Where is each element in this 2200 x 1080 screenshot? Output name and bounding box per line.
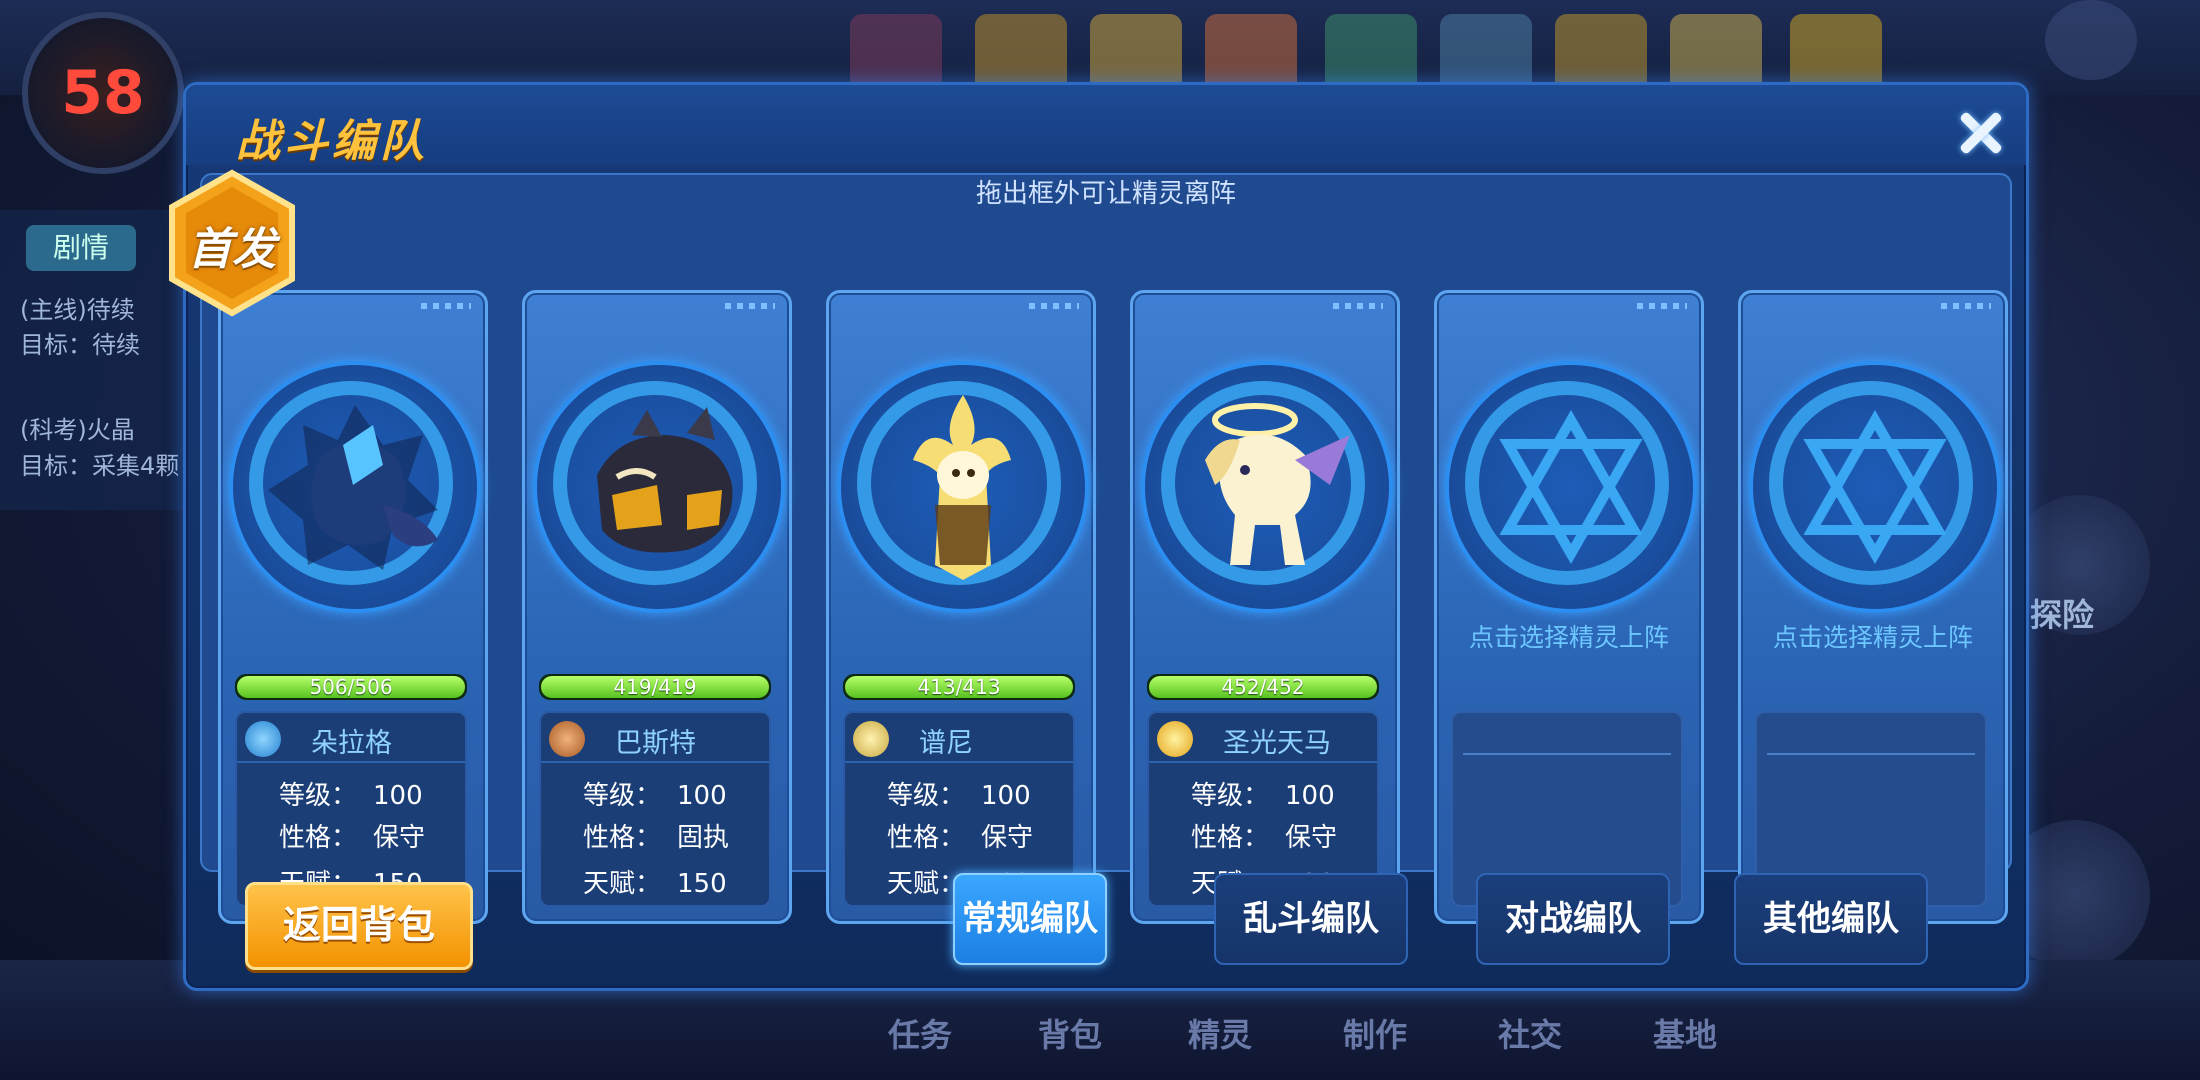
pet-nature: 性格： 保守 (279, 823, 426, 853)
map-pin-icon[interactable] (2045, 0, 2137, 80)
card-decoration (1941, 303, 1991, 309)
pet-portrait (837, 361, 1089, 613)
dialog-header: 战斗编队 (186, 85, 2026, 167)
empty-portrait (1445, 361, 1697, 613)
hp-bar: 506/506 (235, 674, 467, 700)
water-dragon-icon (245, 721, 281, 757)
drag-hint: 拖出框外可让精灵离阵 (975, 179, 1236, 209)
pet-level: 等级： 100 (1191, 781, 1335, 811)
back-to-bag-button[interactable]: 返回背包 (245, 882, 473, 970)
hp-value: 419/419 (613, 675, 697, 699)
card-decoration (421, 303, 471, 309)
nav-pets[interactable]: 精灵 (1165, 1010, 1275, 1056)
tab-pvp-team[interactable]: 对战编队 (1476, 873, 1670, 965)
pet-info: 巴斯特 等级： 100 性格： 固执 天赋： 150 (539, 711, 771, 907)
holy-crest-icon (853, 721, 889, 757)
pet-info: 朵拉格 等级：100 性格：保守 天赋：150 (235, 711, 467, 907)
empty-slot-6[interactable]: 点击选择精灵上阵 (1738, 290, 2008, 924)
pet-portrait (1141, 361, 1393, 613)
hp-bar: 452/452 (1147, 674, 1379, 700)
ground-icon (549, 721, 585, 757)
quest-goal: 目标：采集4颗 (20, 452, 180, 480)
pet-level: 等级： 100 (583, 781, 727, 811)
pet-portrait (229, 361, 481, 613)
hp-value: 413/413 (917, 675, 1001, 699)
nav-task[interactable]: 任务 (865, 1010, 975, 1056)
player-level-badge[interactable]: 58 (22, 12, 184, 174)
light-icon (1157, 721, 1193, 757)
tab-brawl-team[interactable]: 乱斗编队 (1214, 873, 1408, 965)
story-tab[interactable]: 剧情 (26, 225, 136, 271)
nav-base[interactable]: 基地 (1630, 1010, 1740, 1056)
pet-slot-2[interactable]: 419/419 巴斯特 等级： 100 性格： 固执 天赋： 150 (522, 290, 792, 924)
tab-regular-team[interactable]: 常规编队 (953, 873, 1107, 965)
battle-team-dialog: 战斗编队 拖出框外可让精灵离阵 506/506 朵拉格 等级： 100 性格： … (169, 82, 2029, 991)
pet-nature: 性格： 固执 (583, 823, 730, 853)
pet-name: 巴斯特 (615, 728, 696, 759)
pet-portrait (533, 361, 785, 613)
hp-bar: 419/419 (539, 674, 771, 700)
card-decoration (1333, 303, 1383, 309)
quest-line: (主线)待续 (20, 296, 135, 324)
nav-social[interactable]: 社交 (1475, 1010, 1585, 1056)
hp-value: 506/506 (309, 675, 393, 699)
tab-other-team[interactable]: 其他编队 (1734, 873, 1928, 965)
lead-badge: 首发 (166, 169, 298, 317)
pet-level: 等级： 100 (279, 781, 423, 811)
nav-craft[interactable]: 制作 (1320, 1010, 1430, 1056)
pet-slot-3[interactable]: 413/413 谱尼 等级：100 性格：保守 天赋：163 (826, 290, 1096, 924)
pet-nature: 性格： 保守 (887, 823, 1034, 853)
pet-name: 朵拉格 (311, 728, 392, 759)
pet-level: 等级： 100 (887, 781, 1031, 811)
hp-value: 452/452 (1221, 675, 1305, 699)
select-pet-hint: 点击选择精灵上阵 (1468, 623, 1669, 652)
card-decoration (725, 303, 775, 309)
pet-slot-4[interactable]: 452/452 圣光天马 等级：100 性格：保守 天赋：130 (1130, 290, 1400, 924)
card-decoration (1029, 303, 1079, 309)
player-level: 58 (61, 58, 145, 128)
quest-line: (科考)火晶 (20, 416, 135, 444)
pet-slot-1[interactable]: 506/506 朵拉格 等级：100 性格：保守 天赋：150 (218, 290, 488, 924)
card-decoration (1637, 303, 1687, 309)
dialog-title: 战斗编队 (236, 116, 428, 167)
pet-nature: 性格： 保守 (1191, 823, 1338, 853)
explore-label: 探险 (2030, 596, 2095, 634)
nav-bag[interactable]: 背包 (1015, 1010, 1125, 1056)
pet-name: 圣光天马 (1223, 728, 1331, 759)
close-icon[interactable] (1951, 103, 2011, 163)
lead-badge-label: 首发 (188, 224, 276, 275)
hp-bar: 413/413 (843, 674, 1075, 700)
pet-name: 谱尼 (919, 728, 973, 759)
pet-talent: 天赋：150 (583, 869, 727, 899)
select-pet-hint: 点击选择精灵上阵 (1772, 623, 1973, 652)
empty-portrait (1749, 361, 2001, 613)
quest-goal: 目标：待续 (20, 331, 140, 359)
empty-slot-5[interactable]: 点击选择精灵上阵 (1434, 290, 1704, 924)
